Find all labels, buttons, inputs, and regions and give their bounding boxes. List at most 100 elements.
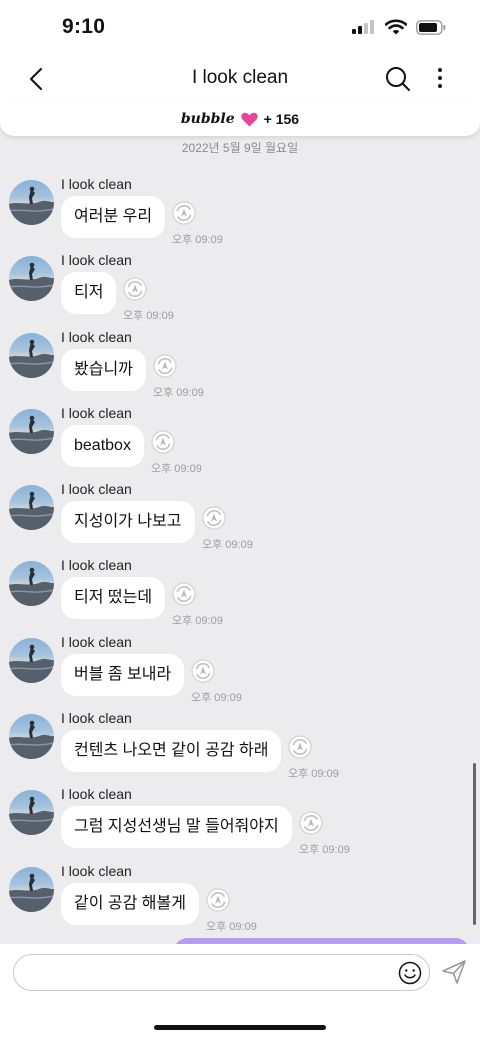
message-meta: 오후 09:09: [172, 582, 223, 628]
message-list: I look clean 여러분 우리 오후 09:09 I look clea…: [0, 172, 480, 935]
message-input[interactable]: [13, 954, 430, 991]
date-separator: 2022년 5월 9일 월요일: [181, 141, 299, 155]
reaction-icon[interactable]: [172, 582, 196, 607]
message-item: I look clean 같이 공감 해볼게 오후 09:09: [0, 859, 480, 935]
message-bubble[interactable]: 같이 공감 해볼게: [61, 882, 199, 925]
avatar[interactable]: [9, 866, 54, 912]
reaction-icon[interactable]: [172, 201, 196, 225]
avatar[interactable]: [9, 485, 54, 531]
message-meta: 오후 09:09: [123, 277, 174, 323]
sender-name: I look clean: [61, 252, 132, 269]
send-icon[interactable]: [440, 958, 468, 986]
message-meta: 오후 09:09: [191, 659, 242, 705]
avatar[interactable]: [9, 637, 54, 683]
reaction-icon[interactable]: [206, 888, 230, 912]
reaction-icon[interactable]: [123, 277, 147, 301]
message-meta: 오후 09:09: [202, 506, 253, 552]
sender-name: I look clean: [61, 710, 132, 727]
message-bubble[interactable]: 봤습니까: [61, 348, 146, 391]
reaction-icon[interactable]: [153, 353, 177, 378]
reaction-icon[interactable]: [299, 811, 323, 836]
avatar-image: [9, 491, 54, 531]
search-icon[interactable]: [384, 65, 412, 93]
avatar[interactable]: [9, 256, 54, 302]
message-time: 오후 09:09: [123, 310, 174, 323]
message-bubble[interactable]: 버블 좀 보내라: [61, 653, 185, 696]
avatar[interactable]: [9, 790, 54, 836]
status-icons: [352, 19, 446, 35]
message-bubble[interactable]: 컨텐츠 나오면 같이 공감 하래: [61, 730, 282, 773]
message-bubble[interactable]: 티저: [61, 272, 117, 315]
reaction-icon[interactable]: [202, 506, 226, 530]
home-indicator: [154, 1025, 326, 1030]
message-bubble[interactable]: 지성이가 나보고: [61, 501, 195, 544]
message-meta: 오후 09:09: [206, 888, 257, 934]
avatar[interactable]: [9, 180, 54, 225]
avatar-image: [9, 644, 54, 683]
message-time: 오후 09:09: [299, 844, 350, 857]
bubble-banner[interactable]: bubble + 156: [0, 102, 480, 136]
message-meta: 오후 09:09: [172, 201, 223, 247]
more-vertical-icon[interactable]: [430, 65, 450, 93]
message-bubble[interactable]: 그럼 지성선생님 말 들어줘야지: [61, 806, 292, 849]
message-meta: 오후 09:09: [288, 735, 339, 781]
message-meta: 오후 09:09: [153, 353, 204, 400]
avatar-image: [9, 720, 54, 760]
bubble-logo: bubble: [180, 111, 235, 127]
message-bubble[interactable]: beatbox: [61, 424, 144, 467]
message-item: I look clean 티저 떴는데 오후 09:09: [0, 553, 480, 629]
message-time: 오후 09:09: [153, 386, 204, 399]
bubble-count: + 156: [263, 111, 300, 127]
message-meta: 오후 09:09: [151, 430, 202, 476]
avatar-image: [9, 186, 54, 225]
heart-icon: [241, 112, 258, 126]
sender-name: I look clean: [61, 633, 132, 650]
avatar-image: [9, 415, 54, 454]
nav-bar: I look clean: [0, 56, 480, 102]
message-item: I look clean 컨텐츠 나오면 같이 공감 하래 오후 09:09: [0, 706, 480, 782]
message-time: 오후 09:09: [206, 920, 257, 933]
input-area: [0, 944, 480, 1039]
message-time: 오후 09:09: [172, 234, 223, 246]
message-item: I look clean 여러분 우리 오후 09:09: [0, 172, 480, 248]
sender-name: I look clean: [61, 557, 132, 574]
status-time: 9:10: [62, 15, 106, 38]
message-time: 오후 09:09: [202, 539, 253, 552]
avatar-image: [9, 262, 54, 302]
cellular-signal-icon: [352, 20, 374, 34]
message-bubble[interactable]: 티저 떴는데: [61, 577, 166, 620]
emoji-icon[interactable]: [398, 961, 422, 985]
sender-name: I look clean: [61, 176, 132, 192]
status-bar: 9:10: [0, 0, 480, 56]
avatar[interactable]: [9, 561, 54, 607]
sender-name: I look clean: [61, 786, 132, 803]
message-time: 오후 09:09: [172, 615, 223, 628]
sender-name: I look clean: [61, 328, 132, 345]
avatar[interactable]: [9, 332, 54, 378]
avatar-image: [9, 797, 54, 836]
message-meta: 오후 09:09: [299, 811, 350, 857]
message-item: I look clean 버블 좀 보내라 오후 09:09: [0, 630, 480, 706]
message-time: 오후 09:09: [191, 691, 242, 704]
reaction-icon[interactable]: [288, 735, 312, 759]
message-bubble[interactable]: 여러분 우리: [61, 196, 166, 238]
message-time: 오후 09:09: [288, 768, 339, 781]
sender-name: I look clean: [61, 404, 132, 421]
battery-icon: [416, 19, 446, 35]
sender-name: I look clean: [61, 481, 132, 498]
message-time: 오후 09:09: [151, 462, 202, 475]
message-item: I look clean 지성이가 나보고 오후 09:09: [0, 477, 480, 553]
reaction-icon[interactable]: [151, 430, 175, 454]
avatar[interactable]: [9, 714, 54, 760]
message-item: I look clean 그럼 지성선생님 말 들어줘야지 오후 09:09: [0, 782, 480, 858]
scrollbar[interactable]: [473, 763, 476, 925]
wifi-icon: [385, 19, 407, 35]
message-item: I look clean beatbox 오후 09:09: [0, 401, 480, 477]
avatar-image: [9, 873, 54, 912]
reaction-icon[interactable]: [191, 659, 215, 683]
message-item: I look clean 봤습니까 오후 09:09: [0, 325, 480, 401]
avatar-image: [9, 339, 54, 378]
avatar-image: [9, 568, 54, 607]
avatar[interactable]: [9, 408, 54, 454]
sender-name: I look clean: [61, 862, 132, 879]
